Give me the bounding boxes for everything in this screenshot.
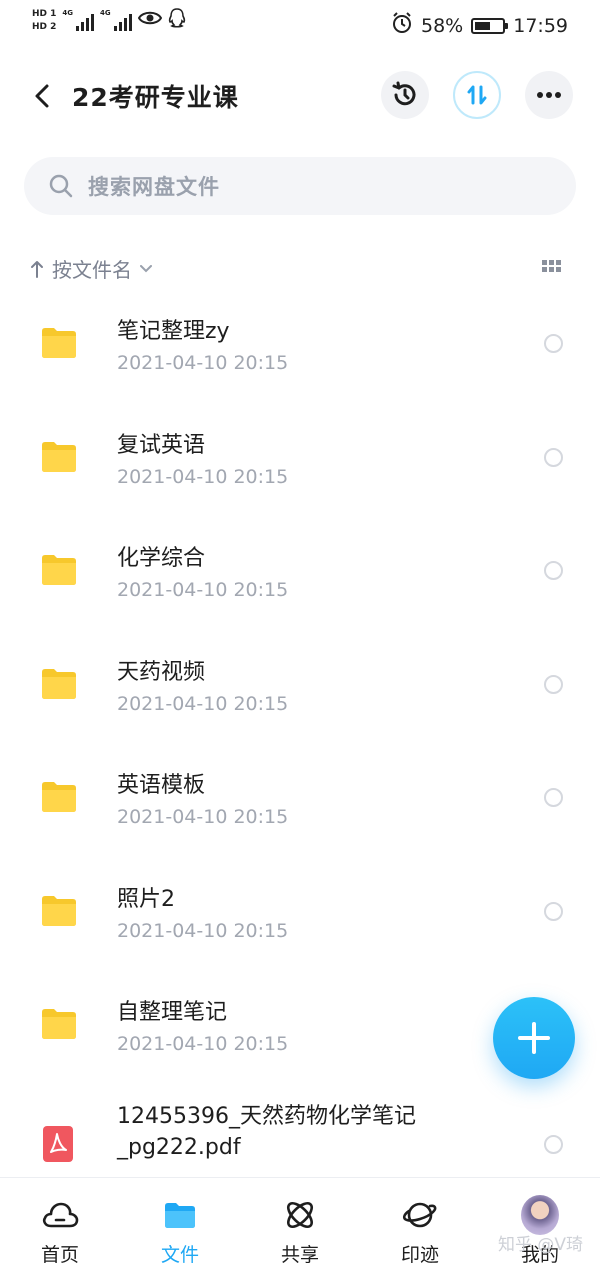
file-name: 天药视频 <box>117 659 206 685</box>
folder-icon <box>40 326 78 360</box>
file-date: 2021-04-10 20:15 <box>117 579 289 601</box>
atom-icon <box>281 1196 319 1234</box>
file-name: 12455396_天然药物化学笔记_pg222.pdf <box>117 1103 416 1160</box>
select-checkbox[interactable] <box>544 901 563 921</box>
eye-icon <box>137 10 162 30</box>
pdf-icon <box>42 1125 74 1163</box>
battery-icon <box>471 17 509 34</box>
qq-icon <box>168 8 186 32</box>
status-left: HD 1 HD 2 4G 4G <box>32 8 186 32</box>
battery-percent: 58% <box>421 14 464 37</box>
add-button[interactable] <box>493 997 575 1079</box>
signal-icon: 4G <box>62 9 95 31</box>
chevron-left-icon <box>35 84 49 108</box>
signal-icon-2: 4G <box>100 9 132 31</box>
avatar <box>521 1195 559 1235</box>
select-checkbox[interactable] <box>544 788 563 807</box>
select-checkbox[interactable] <box>544 561 563 580</box>
file-name: 自整理笔记 <box>117 1000 228 1025</box>
nav-share[interactable]: 共享 <box>240 1178 360 1267</box>
select-checkbox[interactable] <box>544 674 563 694</box>
folder-icon <box>40 894 78 928</box>
history-icon <box>392 81 416 106</box>
file-date: 2021-04-10 20:15 <box>117 352 289 374</box>
file-date: 2021-04-10 20:15 <box>117 465 289 488</box>
clock: 17:59 <box>513 14 568 37</box>
alarm-icon <box>391 12 413 39</box>
file-date: 2021-04-10 20:15 <box>117 692 289 715</box>
search-placeholder: 搜索网盘文件 <box>88 175 220 199</box>
folder-icon <box>40 667 78 701</box>
transfer-button[interactable] <box>453 71 501 119</box>
file-date: 2021-04-10 20:15 <box>117 919 289 942</box>
nav-share-label: 共享 <box>280 1244 319 1266</box>
file-name: 英语模板 <box>117 773 206 798</box>
search-input[interactable]: 搜索网盘文件 <box>24 157 576 215</box>
search-icon <box>48 173 74 199</box>
file-date: 2021-04-10 20:15 <box>117 806 289 828</box>
plus-icon <box>518 1022 550 1054</box>
file-row[interactable]: 复试英语 2021-04-10 20:15 <box>0 400 600 514</box>
more-button[interactable] <box>525 71 573 119</box>
file-date: 2021-04-10 20:15 <box>117 1033 289 1055</box>
nav-trace-label: 印迹 <box>400 1244 439 1266</box>
watermark: 知乎 @V琦 <box>498 1235 584 1255</box>
battery-level <box>475 21 491 30</box>
status-right: 58% 17:59 <box>391 12 568 39</box>
select-checkbox[interactable] <box>544 334 563 353</box>
file-row[interactable]: 英语模板 2021-04-10 20:15 <box>0 740 600 854</box>
cloud-icon <box>41 1196 79 1234</box>
nav-home-label: 首页 <box>40 1244 79 1266</box>
nav-home[interactable]: 首页 <box>0 1178 120 1267</box>
nav-files[interactable]: 文件 <box>120 1178 240 1267</box>
file-name: 复试英语 <box>117 432 206 458</box>
planet-icon <box>401 1196 439 1234</box>
status-bar: HD 1 HD 2 4G 4G 58% 17:59 <box>0 0 600 52</box>
nav-trace[interactable]: 印迹 <box>360 1178 480 1267</box>
file-row[interactable]: 天药视频 2021-04-10 20:15 <box>0 627 600 741</box>
arrow-up-icon <box>31 260 43 278</box>
sort-button[interactable]: 按文件名 <box>30 254 152 283</box>
nav-files-label: 文件 <box>160 1244 199 1266</box>
file-row[interactable]: 化学综合 2021-04-10 20:15 <box>0 513 600 627</box>
network-type-label: 4G <box>62 9 74 17</box>
history-button[interactable] <box>381 71 429 119</box>
file-name: 照片2 <box>117 886 175 912</box>
network-type-label-2: 4G <box>100 9 111 17</box>
folder-icon <box>40 1007 78 1041</box>
sim-indicators: HD 1 HD 2 <box>32 9 56 32</box>
file-row-pdf[interactable]: 12455396_天然药物化学笔记_pg222.pdf <box>0 1081 600 1181</box>
file-name: 笔记整理zy <box>117 319 230 344</box>
folder-icon <box>161 1196 199 1234</box>
file-row[interactable]: 照片2 2021-04-10 20:15 <box>0 854 600 968</box>
sim2-indicator: HD 2 <box>32 21 57 32</box>
header: 22考研专业课 <box>0 66 600 126</box>
file-name: 化学综合 <box>117 546 206 571</box>
sort-row: 按文件名 <box>0 250 600 286</box>
back-button[interactable] <box>24 78 60 114</box>
folder-icon <box>40 553 78 587</box>
grid-view-button[interactable] <box>542 260 561 272</box>
folder-icon <box>40 780 78 814</box>
select-checkbox[interactable] <box>544 447 563 467</box>
page-title: 22考研专业课 <box>72 83 239 112</box>
folder-icon <box>40 440 78 474</box>
sim1-indicator: HD 1 <box>32 8 57 19</box>
transfer-icon <box>467 85 487 105</box>
sort-label: 按文件名 <box>52 258 132 282</box>
more-icon <box>537 92 561 98</box>
select-checkbox[interactable] <box>544 1134 563 1154</box>
chevron-down-icon <box>140 264 152 272</box>
file-row[interactable]: 笔记整理zy 2021-04-10 20:15 <box>0 286 600 400</box>
